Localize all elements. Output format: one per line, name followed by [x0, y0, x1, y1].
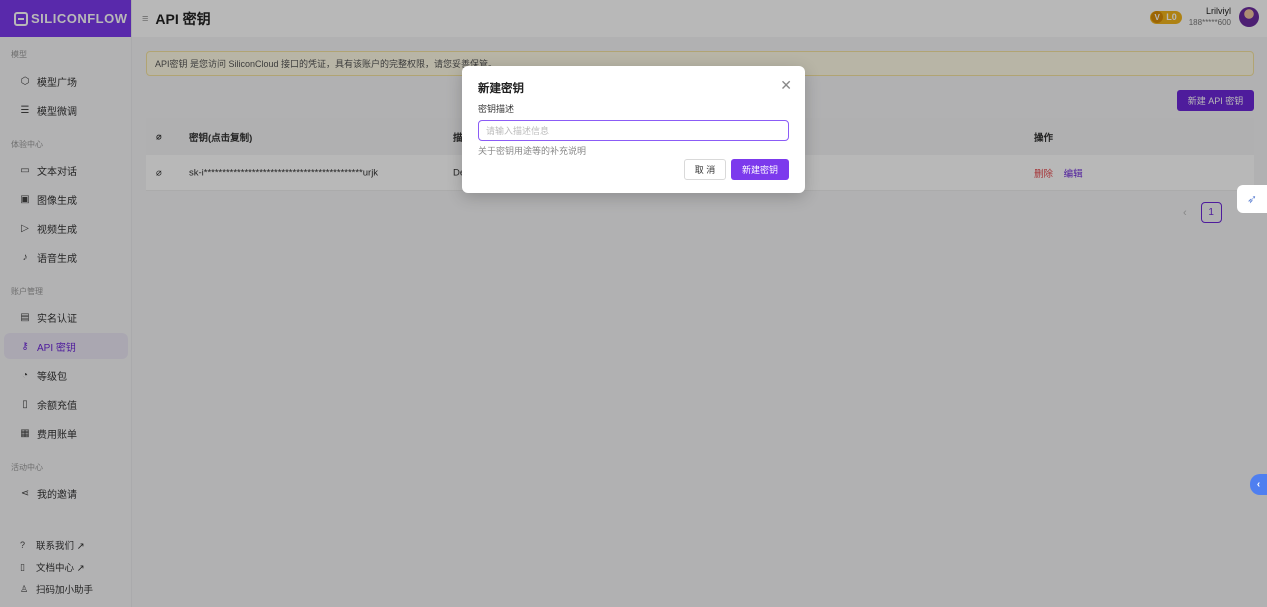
new-key-modal: 新建密钥 ✕ 密钥描述 关于密钥用途等的补充说明 取 消 新建密钥: [462, 66, 805, 193]
rocket-icon[interactable]: ➶: [1237, 185, 1267, 213]
key-description-input[interactable]: [478, 120, 789, 141]
field-help: 关于密钥用途等的补充说明: [478, 146, 587, 156]
close-icon[interactable]: ✕: [780, 77, 792, 94]
create-key-button[interactable]: 新建密钥: [731, 159, 789, 180]
chevron-left-icon[interactable]: ‹: [1250, 474, 1267, 495]
field-label: 密钥描述: [478, 104, 515, 114]
cancel-button[interactable]: 取 消: [684, 159, 726, 180]
modal-title: 新建密钥: [478, 83, 524, 95]
